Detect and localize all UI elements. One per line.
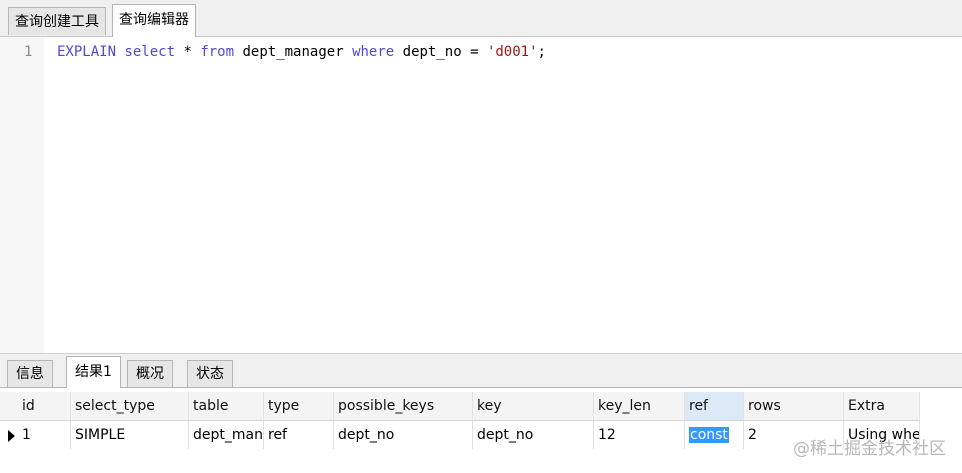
cell-key[interactable]: dept_no bbox=[473, 421, 594, 449]
code-condition: dept_no = bbox=[394, 44, 487, 60]
table-row[interactable]: 1 SIMPLE dept_man ref dept_no dept_no 12… bbox=[0, 421, 920, 449]
column-header-key-len[interactable]: key_len bbox=[594, 392, 685, 420]
column-header-rows[interactable]: rows bbox=[744, 392, 844, 420]
sql-code-line[interactable]: EXPLAIN select * from dept_manager where… bbox=[57, 44, 546, 60]
current-row-indicator-icon bbox=[8, 430, 15, 442]
column-header-ref[interactable]: ref bbox=[685, 392, 744, 420]
tab-overview[interactable]: 概况 bbox=[127, 360, 173, 387]
watermark: @稀土掘金技术社区 bbox=[793, 439, 946, 459]
column-header-type[interactable]: type bbox=[264, 392, 334, 420]
column-header-possible-keys[interactable]: possible_keys bbox=[334, 392, 473, 420]
tab-info[interactable]: 信息 bbox=[7, 360, 53, 387]
selected-cell-value: const bbox=[689, 427, 729, 443]
result-grid: id select_type table type possible_keys … bbox=[0, 388, 962, 473]
tab-query-editor[interactable]: 查询编辑器 bbox=[112, 4, 196, 37]
grid-header-row: id select_type table type possible_keys … bbox=[0, 392, 920, 421]
keyword-explain: EXPLAIN bbox=[57, 44, 117, 60]
editor-tab-bar: 查询创建工具 查询编辑器 bbox=[0, 0, 962, 37]
cell-possible-keys[interactable]: dept_no bbox=[334, 421, 473, 449]
result-tab-bar: 信息 结果1 概况 状态 bbox=[0, 354, 962, 388]
code-star: * bbox=[175, 44, 201, 60]
cell-id[interactable]: 1 bbox=[18, 421, 71, 449]
code-table: dept_manager bbox=[234, 44, 353, 60]
keyword-select: select bbox=[124, 44, 176, 60]
cell-key-len[interactable]: 12 bbox=[594, 421, 685, 449]
keyword-where: where bbox=[352, 44, 395, 60]
column-header-select-type[interactable]: select_type bbox=[71, 392, 189, 420]
tab-query-builder[interactable]: 查询创建工具 bbox=[8, 7, 106, 35]
column-header-extra[interactable]: Extra bbox=[844, 392, 920, 420]
column-header-key[interactable]: key bbox=[473, 392, 594, 420]
string-literal: 'd001' bbox=[486, 44, 538, 60]
cell-ref[interactable]: const bbox=[685, 421, 744, 449]
line-number: 1 bbox=[24, 44, 33, 60]
cell-select-type[interactable]: SIMPLE bbox=[71, 421, 189, 449]
tab-status[interactable]: 状态 bbox=[187, 360, 233, 387]
cell-type[interactable]: ref bbox=[264, 421, 334, 449]
line-number-gutter: 1 bbox=[0, 37, 44, 353]
code-terminator: ; bbox=[537, 44, 546, 60]
sql-editor[interactable]: 1 EXPLAIN select * from dept_manager whe… bbox=[0, 37, 962, 353]
column-header-table[interactable]: table bbox=[189, 392, 264, 420]
keyword-from: from bbox=[200, 44, 235, 60]
tab-result1[interactable]: 结果1 bbox=[66, 356, 121, 388]
cell-table[interactable]: dept_man bbox=[189, 421, 264, 449]
column-header-id[interactable]: id bbox=[18, 392, 71, 420]
